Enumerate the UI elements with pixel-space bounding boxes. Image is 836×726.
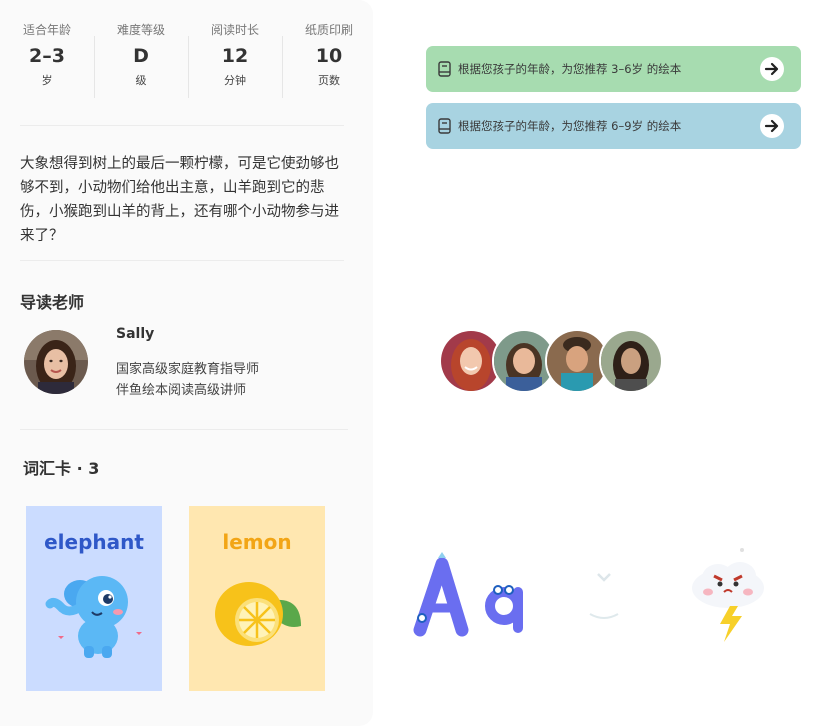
elephant-illustration [45,576,142,658]
letter-aa-sticker-icon [413,552,523,637]
sticker-row [410,540,790,650]
stat-level: 难度等级 D 级 [94,22,188,88]
vocab-card-lemon[interactable]: lemon [189,506,325,691]
stat-duration-label: 阅读时长 [210,23,259,37]
teacher-name: Sally [116,326,155,342]
stat-pages-value: 10 [315,45,343,67]
divider [20,429,348,430]
stat-age-value: 2–3 [29,45,65,67]
stat-level-value: D [133,45,149,67]
book-description: 大象想得到树上的最后一颗柠檬，可是它使劲够也够不到，小动物们给他出主意，山羊跑到… [20,156,339,244]
stat-duration: 阅读时长 12 分钟 [188,22,282,88]
stat-pages: 纸质印刷 10 页数 [282,22,376,88]
recommend-banner-text: 根据您孩子的年龄，为您推荐 6–9岁 的绘本 [458,119,682,133]
teacher-title-2: 伴鱼绘本阅读高级讲师 [116,383,247,398]
book-icon [438,118,451,134]
recommend-banner-3-6[interactable]: 根据您孩子的年龄，为您推荐 3–6岁 的绘本 [426,46,801,92]
book-stats: 适合年龄 2–3 岁 难度等级 D 级 阅读时长 12 分钟 纸质印刷 10 页… [0,22,373,108]
stat-duration-unit: 分钟 [224,74,246,87]
vocab-section-title: 词汇卡 · 3 [23,459,100,478]
stat-pages-label: 纸质印刷 [304,23,353,37]
lemon-illustration [215,582,301,646]
teacher-avatar [24,330,88,394]
stat-age-unit: 岁 [41,74,53,87]
arrow-right-icon[interactable] [760,57,784,81]
recommend-banner-6-9[interactable]: 根据您孩子的年龄，为您推荐 6–9岁 的绘本 [426,103,801,149]
stat-duration-value: 12 [221,45,249,67]
recommend-banner-text: 根据您孩子的年龄，为您推荐 3–6岁 的绘本 [458,62,682,76]
stat-age-label: 适合年龄 [22,23,71,37]
ghost-sticker-icon [589,573,619,619]
storm-cloud-sticker-icon [692,548,764,642]
avatar [599,329,663,393]
stat-level-label: 难度等级 [116,23,165,37]
teacher-title-1: 国家高级家庭教育指导师 [116,362,260,377]
vocab-card-elephant[interactable]: elephant [26,506,162,691]
book-icon [438,61,451,77]
divider [20,260,344,261]
vocab-word: elephant [44,530,144,554]
stat-pages-unit: 页数 [318,74,340,87]
arrow-right-icon[interactable] [760,114,784,138]
teacher-section-title: 导读老师 [20,293,85,312]
book-detail-card: 适合年龄 2–3 岁 难度等级 D 级 阅读时长 12 分钟 纸质印刷 10 页… [0,0,373,726]
stat-level-unit: 级 [135,74,147,87]
divider [20,125,344,126]
vocab-word: lemon [222,530,292,554]
stat-age: 适合年龄 2–3 岁 [0,22,94,88]
